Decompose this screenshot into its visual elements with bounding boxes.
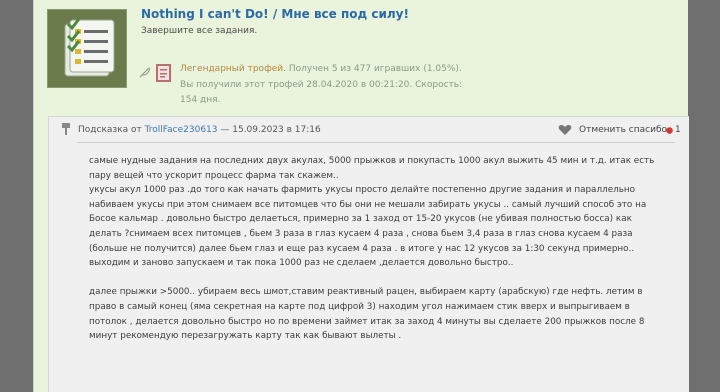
post-body: самые нудные задания на последних двух а… — [89, 154, 659, 344]
post-paragraph: самые нудные задания на последних двух а… — [89, 156, 655, 269]
post-prefix: Подсказка от — [78, 125, 145, 135]
pin-icon — [62, 123, 70, 135]
author-link[interactable]: TrollFace230613 — [145, 125, 218, 135]
trophy-description: Завершите все задания. — [141, 26, 258, 36]
book-icon — [156, 64, 171, 82]
trophy-title[interactable]: Nothing I can't Do! / Мне все под силу! — [141, 7, 409, 21]
heart-icon[interactable] — [558, 124, 572, 136]
left-background-strip — [0, 0, 33, 392]
checklist-icon — [48, 10, 126, 87]
post-date: — 15.09.2023 в 17:16 — [217, 125, 321, 135]
trophy-stats: . Получен 5 из 477 игравших (1.05%). — [283, 64, 462, 74]
feather-icon — [139, 67, 150, 78]
trophy-rarity: Легендарный трофей — [180, 64, 284, 74]
trophy-panel: Nothing I can't Do! / Мне все под силу! … — [33, 0, 689, 392]
hint-post: Подсказка от TrollFace230613 — 15.09.202… — [48, 116, 689, 392]
trophy-earned: Вы получили этот трофей 28.04.2020 в 00:… — [180, 79, 463, 106]
like-heart-icon — [666, 127, 673, 134]
post-byline: Подсказка от TrollFace230613 — 15.09.202… — [78, 125, 321, 135]
trophy-info: Легендарный трофей. Получен 5 из 477 игр… — [180, 62, 480, 109]
post-header: Подсказка от TrollFace230613 — 15.09.202… — [49, 117, 690, 142]
header-divider — [77, 142, 675, 143]
right-background-strip — [688, 0, 720, 392]
like-count: 1 — [675, 125, 681, 135]
trophy-image — [47, 9, 127, 88]
post-paragraph: далее прыжки >5000.. убираем весь шмот,с… — [89, 287, 645, 342]
remove-thanks-button[interactable]: Отменить спасибо — [579, 125, 667, 135]
